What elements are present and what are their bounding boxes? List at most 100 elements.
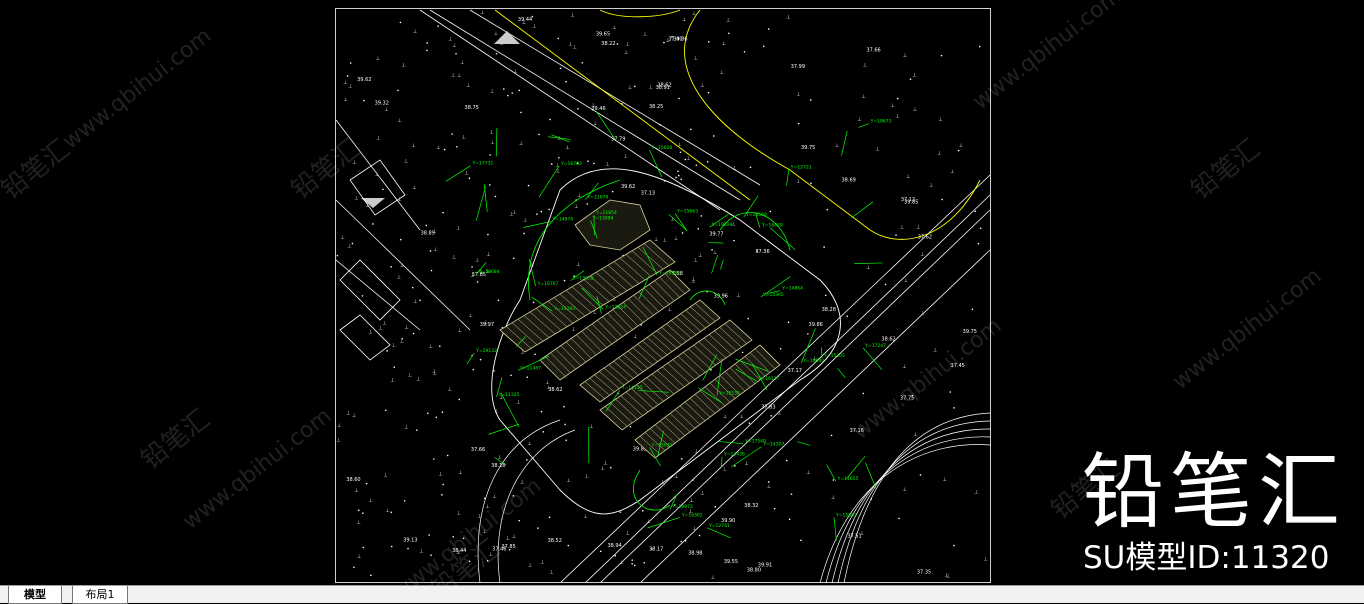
- veg-dot: [489, 184, 491, 186]
- elevation-label: 39.86: [673, 36, 687, 42]
- veg-dot: [791, 493, 793, 495]
- veg-dot: [742, 352, 744, 354]
- tree-mark: ⊥: [831, 495, 835, 501]
- elevation-label: 38.98: [688, 550, 702, 556]
- veg-dot: [353, 566, 355, 568]
- elevation-label: 39.96: [714, 294, 728, 300]
- tree-mark: ⊥: [711, 575, 715, 581]
- veg-dot: [363, 547, 365, 549]
- tree-mark: ⊥: [549, 570, 553, 576]
- building-outline: [340, 260, 400, 320]
- veg-dot: [557, 38, 559, 40]
- veg-dot: [980, 227, 982, 229]
- tree-mark: ⊥: [460, 60, 464, 66]
- annotation-leader: [838, 368, 846, 378]
- veg-dot: [680, 151, 682, 153]
- veg-dot: [682, 232, 684, 234]
- tree-mark: ⊥: [356, 520, 360, 526]
- veg-dot: [441, 494, 443, 496]
- veg-dot: [526, 459, 528, 461]
- veg-dot: [685, 540, 687, 542]
- watermark-diagonal: www.qbihui.com: [1168, 264, 1326, 395]
- elevation-label: 37.66: [471, 447, 485, 453]
- veg-dot: [587, 160, 589, 162]
- tree-mark: ⊥: [429, 344, 433, 350]
- tree-mark: ⊥: [382, 321, 386, 327]
- tree-mark: ⊥: [739, 414, 743, 420]
- annotation-leader: [841, 131, 847, 156]
- annotation-text: Y=11854: [595, 210, 617, 216]
- veg-dot: [471, 266, 473, 268]
- elevation-label: 38.22: [601, 41, 615, 47]
- veg-dot: [393, 366, 395, 368]
- tree-mark: ⊥: [916, 224, 920, 230]
- tree-mark: ⊥: [452, 43, 456, 49]
- veg-dot: [456, 146, 458, 148]
- veg-dot: [397, 90, 399, 92]
- tree-mark: ⊥: [523, 217, 527, 223]
- tree-mark: ⊥: [540, 560, 544, 566]
- tree-mark: ⊥: [574, 204, 578, 210]
- veg-dot: [614, 555, 616, 557]
- tree-mark: ⊥: [375, 172, 379, 178]
- road-line: [470, 10, 760, 185]
- annotation-text: Y=15631: [651, 443, 673, 449]
- tree-mark: ⊥: [623, 154, 627, 160]
- tree-mark: ⊥: [545, 380, 549, 386]
- tab-model[interactable]: 模型: [8, 586, 62, 604]
- tree-mark: ⊥: [686, 156, 690, 162]
- tree-mark: ⊥: [413, 299, 417, 305]
- annotation-leader: [484, 184, 487, 212]
- veg-dot: [350, 62, 352, 64]
- veg-dot: [548, 209, 550, 211]
- veg-dot: [433, 458, 435, 460]
- tree-mark: ⊥: [786, 15, 790, 21]
- veg-dot: [747, 318, 749, 320]
- tree-mark: ⊥: [912, 73, 916, 79]
- tree-mark: ⊥: [343, 80, 347, 86]
- tree-mark: ⊥: [368, 330, 372, 336]
- tree-mark: ⊥: [929, 182, 933, 188]
- tree-mark: ⊥: [457, 73, 461, 79]
- veg-dot: [677, 171, 679, 173]
- veg-dot: [560, 68, 562, 70]
- annotation-text: Y=13028: [572, 276, 594, 282]
- tree-mark: ⊥: [626, 531, 630, 537]
- tab-layout-1[interactable]: 布局1: [72, 586, 128, 604]
- tree-mark: ⊥: [493, 494, 497, 500]
- veg-dot: [895, 234, 897, 236]
- annotation-leader: [771, 228, 795, 250]
- veg-dot: [358, 509, 360, 511]
- veg-dot: [871, 498, 873, 500]
- veg-dot: [513, 257, 515, 259]
- veg-dot: [484, 498, 486, 500]
- annotation-text: Y=11679: [586, 195, 608, 201]
- veg-dot: [363, 100, 365, 102]
- veg-dot: [974, 211, 976, 213]
- veg-dot: [427, 412, 429, 414]
- tree-mark: ⊥: [572, 44, 576, 50]
- veg-dot: [643, 562, 645, 564]
- tree-mark: ⊥: [700, 83, 704, 89]
- veg-dot: [564, 280, 566, 282]
- veg-dot: [400, 22, 402, 24]
- annotation-leader: [712, 255, 718, 273]
- veg-dot: [507, 95, 509, 97]
- tree-mark: ⊥: [468, 313, 472, 319]
- veg-dot: [523, 233, 525, 235]
- annotation-leader: [827, 465, 836, 481]
- elevation-label: 37.17: [788, 368, 802, 374]
- tree-mark: ⊥: [416, 377, 420, 383]
- tree-mark: ⊥: [946, 574, 950, 580]
- tree-mark: ⊥: [555, 162, 559, 168]
- veg-dot: [744, 51, 746, 53]
- tree-mark: ⊥: [412, 185, 416, 191]
- building-block: [575, 200, 650, 250]
- veg-dot: [565, 440, 567, 442]
- annotation-text: Y=12721: [790, 165, 812, 171]
- tree-mark: ⊥: [458, 328, 462, 334]
- tree-mark: ⊥: [436, 145, 440, 151]
- veg-dot: [442, 212, 444, 214]
- veg-dot: [541, 411, 543, 413]
- tree-mark: ⊥: [565, 145, 569, 151]
